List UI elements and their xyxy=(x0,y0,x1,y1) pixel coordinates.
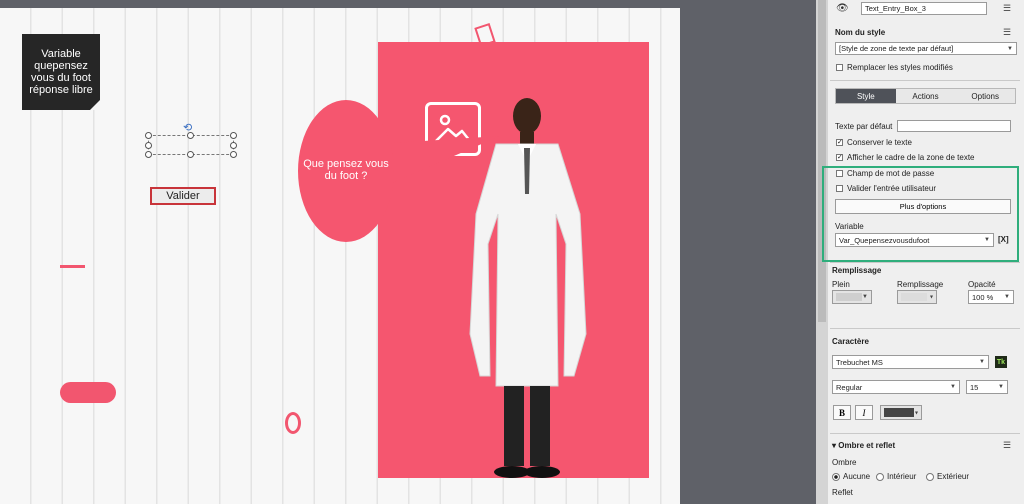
opacity-value: 100 % xyxy=(972,292,994,302)
tab-actions[interactable]: Actions xyxy=(895,89,956,103)
character-section-title: Caractère xyxy=(832,337,869,346)
chevron-down-icon: ▼ xyxy=(1004,294,1010,300)
shadow-menu-icon[interactable]: ☰ xyxy=(1003,440,1011,451)
doctor-character-image[interactable] xyxy=(456,94,598,484)
style-name-label: Nom du style xyxy=(835,28,886,37)
decor-pill xyxy=(60,382,116,403)
divider xyxy=(830,328,1020,329)
resize-handle[interactable] xyxy=(145,142,152,149)
resize-handle[interactable] xyxy=(145,132,152,139)
object-name-field[interactable]: Text_Entry_Box_3 xyxy=(861,2,987,15)
chevron-down-icon: ▾ xyxy=(929,294,933,301)
slide-stage[interactable]: Variable quepensez vous du foot réponse … xyxy=(0,8,680,504)
speech-bubble-text: Que pensez vous du foot ? xyxy=(303,158,389,182)
resize-handle[interactable] xyxy=(230,142,237,149)
chevron-down-icon: ▼ xyxy=(1007,45,1013,52)
shadow-section-label: Ombre et reflet xyxy=(838,441,896,450)
divider xyxy=(830,433,1020,434)
resize-handle[interactable] xyxy=(187,151,194,158)
resize-handle[interactable] xyxy=(230,132,237,139)
divider xyxy=(830,262,1020,263)
style-name-select[interactable]: [Style de zone de texte par défaut] ▼ xyxy=(835,42,1017,55)
panel-tabs: Style Actions Options xyxy=(835,88,1016,104)
shadow-inner-label: Intérieur xyxy=(887,472,917,481)
chevron-down-icon: ▾ xyxy=(914,410,918,416)
default-text-input[interactable] xyxy=(897,120,1011,132)
highlight-frame xyxy=(822,166,1019,262)
default-text-label: Texte par défaut xyxy=(835,122,893,131)
shadow-section-title[interactable]: ▾ Ombre et reflet xyxy=(832,441,895,450)
tab-style[interactable]: Style xyxy=(836,89,896,103)
shadow-inner-radio[interactable] xyxy=(876,473,884,481)
stage-scrollbar-thumb[interactable] xyxy=(818,0,826,322)
tab-options[interactable]: Options xyxy=(955,89,1016,103)
chevron-down-icon: ▼ xyxy=(950,384,956,390)
chevron-down-icon: ▼ xyxy=(862,294,868,300)
resize-handle[interactable] xyxy=(145,151,152,158)
font-size-select[interactable]: 15 ▼ xyxy=(966,380,1008,394)
sticky-note-text: Variable quepensez vous du foot réponse … xyxy=(29,48,93,96)
resize-handle[interactable] xyxy=(230,151,237,158)
keep-text-label: Conserver le texte xyxy=(847,138,912,147)
font-family-value: Trebuchet MS xyxy=(836,357,883,367)
font-family-select[interactable]: Trebuchet MS ▼ xyxy=(832,355,989,369)
color-swatch xyxy=(901,293,927,301)
decor-ring xyxy=(285,412,301,434)
chevron-down-icon: ▼ xyxy=(979,359,985,365)
replace-styles-checkbox[interactable] xyxy=(836,64,843,71)
show-frame-label: Afficher le cadre de la zone de texte xyxy=(847,153,975,162)
shadow-none-label: Aucune xyxy=(843,472,871,481)
visibility-eye-icon[interactable]: 👁 xyxy=(836,3,849,14)
collapse-triangle-icon: ▾ xyxy=(832,441,837,450)
italic-button[interactable]: I xyxy=(855,405,873,420)
opacity-label: Opacité xyxy=(968,280,996,289)
font-style-value: Regular xyxy=(836,382,863,392)
opacity-select[interactable]: 100 % ▼ xyxy=(968,290,1014,304)
replace-styles-label: Remplacer les styles modifiés xyxy=(847,63,953,72)
style-name-value: [Style de zone de texte par défaut] xyxy=(839,44,954,53)
color-swatch xyxy=(884,408,914,417)
fill-plain-swatch[interactable]: ▼ xyxy=(832,290,872,304)
validate-button[interactable]: Valider xyxy=(150,187,216,205)
divider xyxy=(830,80,1020,81)
sticky-note[interactable]: Variable quepensez vous du foot réponse … xyxy=(22,34,100,110)
font-style-select[interactable]: Regular ▼ xyxy=(832,380,960,394)
keep-text-checkbox[interactable]: ✓ xyxy=(836,139,843,146)
shadow-none-radio[interactable] xyxy=(832,473,840,481)
fill-plain-label: Plein xyxy=(832,280,850,289)
text-color-picker[interactable]: ▾ xyxy=(880,405,922,420)
fill-swatch[interactable]: ▾ xyxy=(897,290,937,304)
color-swatch xyxy=(836,293,862,301)
reflection-label: Reflet xyxy=(832,488,853,497)
fill-section-title: Remplissage xyxy=(832,266,882,275)
panel-menu-icon[interactable]: ☰ xyxy=(1003,3,1011,14)
shadow-label: Ombre xyxy=(832,458,857,467)
shadow-outer-label: Extérieur xyxy=(937,472,970,481)
typekit-icon[interactable]: Tk xyxy=(995,356,1007,368)
show-frame-checkbox[interactable]: ✓ xyxy=(836,154,843,161)
style-menu-icon[interactable]: ☰ xyxy=(1003,27,1011,38)
resize-handle[interactable] xyxy=(187,132,194,139)
text-entry-box[interactable] xyxy=(145,132,237,158)
decor-dash xyxy=(60,265,85,268)
bold-button[interactable]: B xyxy=(833,405,851,420)
shadow-outer-radio[interactable] xyxy=(926,473,934,481)
fill-label: Remplissage xyxy=(897,280,944,289)
font-size-value: 15 xyxy=(970,382,979,392)
chevron-down-icon: ▼ xyxy=(998,384,1004,390)
